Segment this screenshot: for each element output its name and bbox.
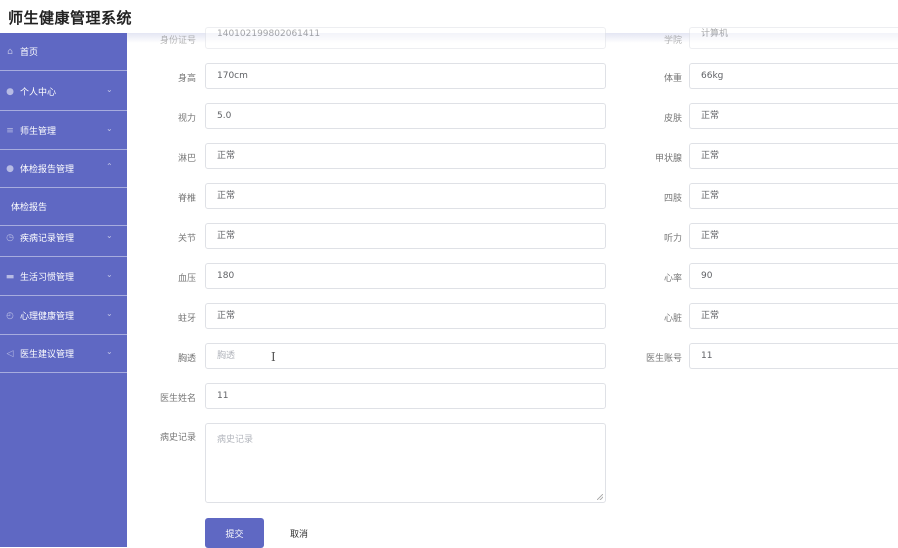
chest-xray-label: 胸透 — [177, 354, 196, 364]
sidebar-item-label: 体检报告 — [11, 203, 48, 213]
sidebar-item-label: 医生建议管理 — [20, 350, 75, 360]
sidebar-item-label: 疾病记录管理 — [20, 234, 75, 244]
thyroid-label: 甲状腺 — [654, 154, 682, 164]
user-icon: ● — [6, 163, 14, 174]
college-label: 学院 — [663, 36, 682, 46]
submit-button[interactable]: 提交 — [205, 518, 264, 548]
joints-label: 关节 — [177, 234, 196, 244]
list-icon: ≡ — [6, 125, 14, 136]
sidebar-item-checkup-management[interactable]: ● 体检报告管理 ⌃ — [0, 150, 127, 188]
sidebar-item-label: 心理健康管理 — [20, 312, 75, 322]
blood-pressure-input[interactable]: 180 — [205, 263, 606, 289]
medical-history-placeholder: 病史记录 — [217, 435, 254, 445]
sidebar-item-home[interactable]: ⌂ 首页 — [0, 33, 127, 71]
sidebar-item-lifestyle[interactable]: ▬ 生活习惯管理 ⌄ — [0, 258, 127, 296]
doctor-account-input[interactable]: 11 — [689, 343, 898, 369]
sidebar-item-label: 体检报告管理 — [20, 165, 75, 175]
monitor-icon: ▬ — [5, 271, 15, 282]
chevron-down-icon: ⌄ — [106, 124, 113, 133]
weight-input[interactable]: 66kg — [689, 63, 898, 89]
chevron-down-icon: ⌄ — [106, 347, 113, 356]
chevron-down-icon: ⌄ — [106, 85, 113, 94]
home-icon: ⌂ — [7, 46, 13, 57]
weight-label: 体重 — [663, 74, 682, 84]
sidebar-item-label: 生活习惯管理 — [20, 273, 75, 283]
sidebar-item-teacher-student[interactable]: ≡ 师生管理 ⌄ — [0, 112, 127, 150]
chevron-down-icon: ⌄ — [106, 231, 113, 240]
medical-history-textarea[interactable]: 病史记录 — [205, 423, 606, 503]
vision-label: 视力 — [177, 114, 196, 124]
cavities-label: 蛀牙 — [177, 314, 196, 324]
text-cursor-icon: I — [271, 350, 276, 364]
spine-label: 脊椎 — [177, 194, 196, 204]
sidebar-item-disease-records[interactable]: ◷ 疾病记录管理 ⌄ — [0, 219, 127, 257]
sidebar-item-label: 首页 — [20, 48, 39, 58]
heart-input[interactable]: 正常 — [689, 303, 898, 329]
limbs-label: 四肢 — [663, 194, 682, 204]
send-icon: ◁ — [6, 348, 14, 359]
college-input[interactable]: 计算机 — [689, 27, 898, 49]
heart-rate-input[interactable]: 90 — [689, 263, 898, 289]
user-icon: ● — [6, 86, 14, 97]
chevron-up-icon: ⌃ — [106, 162, 113, 171]
hearing-label: 听力 — [663, 234, 682, 244]
blood-pressure-label: 血压 — [177, 274, 196, 284]
lymph-label: 淋巴 — [177, 154, 196, 164]
limbs-input[interactable]: 正常 — [689, 183, 898, 209]
clock-icon: ◷ — [6, 232, 14, 243]
lymph-input[interactable]: 正常 — [205, 143, 606, 169]
vision-input[interactable]: 5.0 — [205, 103, 606, 129]
height-input[interactable]: 170cm — [205, 63, 606, 89]
cancel-button[interactable]: 取消 — [275, 518, 323, 548]
chest-xray-input[interactable]: 胸透 — [205, 343, 606, 369]
hearing-input[interactable]: 正常 — [689, 223, 898, 249]
doctor-name-label: 医生姓名 — [159, 394, 196, 404]
doctor-account-label: 医生账号 — [645, 354, 682, 364]
app-title: 师生健康管理系统 — [8, 9, 133, 27]
sidebar-item-label: 师生管理 — [20, 127, 57, 137]
joints-input[interactable]: 正常 — [205, 223, 606, 249]
sidebar-item-label: 个人中心 — [20, 88, 57, 98]
sidebar-item-personal-center[interactable]: ● 个人中心 ⌄ — [0, 73, 127, 111]
id-number-input[interactable]: 140102199802061411 — [205, 27, 606, 49]
chevron-down-icon: ⌄ — [106, 309, 113, 318]
heart-label: 心脏 — [663, 314, 682, 324]
cavities-input[interactable]: 正常 — [205, 303, 606, 329]
sidebar-item-doctor-advice[interactable]: ◁ 医生建议管理 ⌄ — [0, 335, 127, 373]
id-number-label: 身份证号 — [159, 36, 196, 46]
compass-icon: ◴ — [6, 310, 14, 321]
heart-rate-label: 心率 — [663, 274, 682, 284]
sidebar: ⌂ 首页 ● 个人中心 ⌄ ≡ 师生管理 ⌄ ● 体检报告管理 ⌃ 体检报告 ◷… — [0, 33, 127, 547]
medical-history-label: 病史记录 — [159, 433, 196, 443]
height-label: 身高 — [177, 74, 196, 84]
thyroid-input[interactable]: 正常 — [689, 143, 898, 169]
chevron-down-icon: ⌄ — [106, 270, 113, 279]
doctor-name-input[interactable]: 11 — [205, 383, 606, 409]
sidebar-item-mental-health[interactable]: ◴ 心理健康管理 ⌄ — [0, 297, 127, 335]
spine-input[interactable]: 正常 — [205, 183, 606, 209]
skin-label: 皮肤 — [663, 114, 682, 124]
resize-handle-icon[interactable] — [597, 494, 603, 500]
skin-input[interactable]: 正常 — [689, 103, 898, 129]
